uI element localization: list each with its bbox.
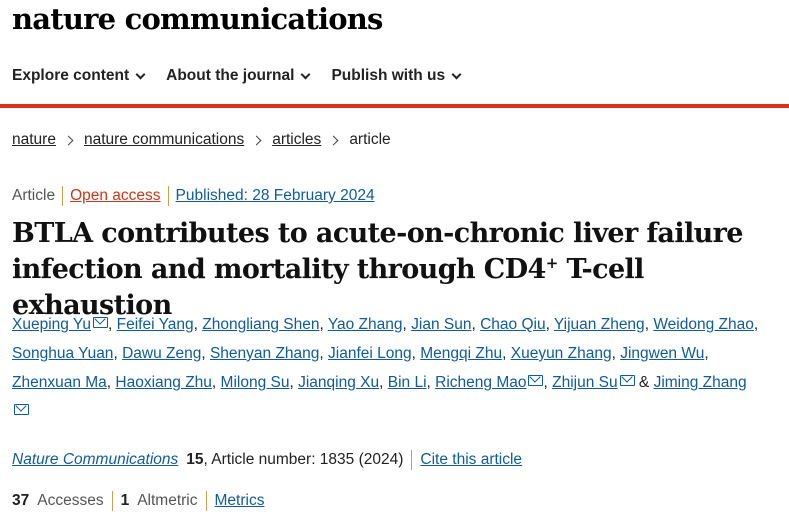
author-link[interactable]: Jianqing Xu [298,374,379,391]
chevron-right-icon [328,135,339,145]
accesses-label: Accesses [37,492,104,509]
article-number: , Article number: 1835 (2024) [203,451,404,468]
nav-explore-content-label: Explore content [12,67,130,84]
chevron-down-icon [135,69,146,79]
author-link[interactable]: Xueyun Zhang [511,345,612,362]
nav-publish-with-us-label: Publish with us [331,67,446,84]
author-link[interactable]: Chao Qiu [480,316,545,333]
article-meta: Article Open access Published: 28 Februa… [12,186,375,206]
chevron-right-icon [63,135,74,145]
title-superscript: + [545,254,559,272]
site-logo[interactable]: nature communications [12,2,383,36]
published-date-link[interactable]: Published: 28 February 2024 [176,187,375,205]
nav-explore-content[interactable]: Explore content [12,67,146,85]
email-icon[interactable] [93,317,109,328]
email-icon[interactable] [619,375,635,386]
nav-about-journal-label: About the journal [166,67,295,84]
accesses-count: 37 [12,492,30,509]
author-link[interactable]: Jianfei Long [328,345,412,362]
author-link[interactable]: Dawu Zeng [122,345,201,362]
volume-number: 15 [186,451,204,468]
author-link[interactable]: Weidong Zhao [653,316,754,333]
author-link[interactable]: Yijuan Zheng [554,316,645,333]
meta-divider [167,186,169,206]
chevron-down-icon [451,69,462,79]
breadcrumb-articles[interactable]: articles [272,131,321,149]
citation-divider [411,450,413,470]
article-title: BTLA contributes to acute-on-chronic liv… [12,216,782,324]
author-link[interactable]: Feifei Yang [117,316,194,333]
meta-divider [62,186,64,206]
email-icon[interactable] [528,375,544,386]
chevron-down-icon [300,69,311,79]
breadcrumb-current: article [349,131,391,148]
author-link[interactable]: Zhijun Su [552,374,617,391]
altmetric-count: 1 [120,492,130,509]
nav-about-journal[interactable]: About the journal [166,67,311,85]
nav-publish-with-us[interactable]: Publish with us [331,67,462,85]
journal-link[interactable]: Nature Communications [12,451,178,469]
metrics-link[interactable]: Metrics [215,492,265,510]
breadcrumb: nature nature communications articles ar… [12,131,391,149]
author-link[interactable]: Zhenxuan Ma [12,374,107,391]
altmetric-label: Altmetric [137,492,198,509]
metrics-divider [205,491,207,511]
article-type: Article [12,187,56,204]
citation-line: Nature Communications 15 , Article numbe… [12,450,522,470]
cite-this-article-link[interactable]: Cite this article [420,451,522,469]
author-link[interactable]: Shenyan Zhang [210,345,319,362]
author-list: Xueping Yu, Feifei Yang, Zhongliang Shen… [12,310,777,426]
author-link[interactable]: Jingwen Wu [620,345,704,362]
author-joiner: & [638,374,650,391]
metrics-divider [111,491,113,511]
author-link[interactable]: Haoxiang Zhu [115,374,212,391]
author-link[interactable]: Jian Sun [411,316,471,333]
author-link[interactable]: Richeng Mao [435,374,526,391]
author-link[interactable]: Songhua Yuan [12,345,113,362]
author-link[interactable]: Zhongliang Shen [202,316,319,333]
header-divider [0,104,789,108]
email-icon[interactable] [14,404,29,415]
author-link[interactable]: Bin Li [388,374,427,391]
breadcrumb-nature[interactable]: nature [12,131,56,149]
author-link[interactable]: Mengqi Zhu [420,345,502,362]
author-link[interactable]: Xueping Yu [12,316,91,333]
breadcrumb-nature-communications[interactable]: nature communications [84,131,244,149]
open-access-link[interactable]: Open access [70,187,160,205]
chevron-right-icon [251,135,262,145]
author-link[interactable]: Jiming Zhang [654,374,747,391]
metrics-bar: 37 Accesses 1 Altmetric Metrics [12,491,264,511]
author-link[interactable]: Yao Zhang [328,316,403,333]
author-link[interactable]: Milong Su [221,374,290,391]
main-nav: Explore content About the journal Publis… [12,67,482,85]
